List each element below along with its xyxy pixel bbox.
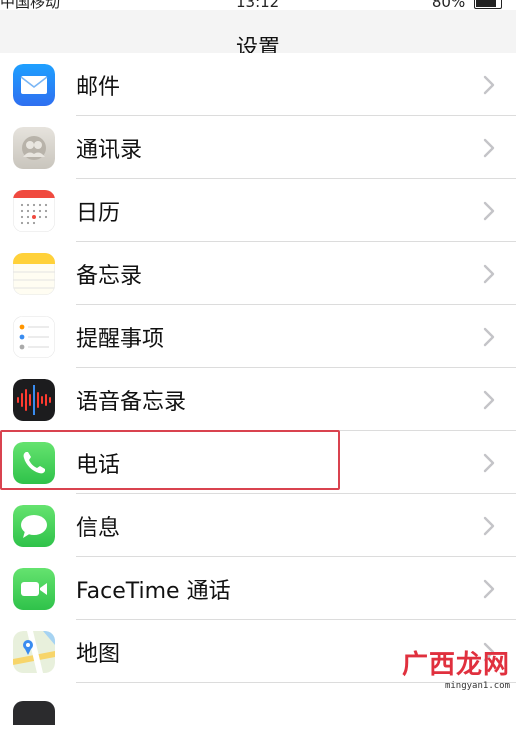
- watermark: 广西龙网 mingyan1.com: [402, 644, 510, 691]
- chevron-right-icon: [483, 579, 495, 598]
- notes-icon: [13, 252, 55, 295]
- chevron-right-icon: [483, 75, 495, 94]
- settings-row-label: 备忘录: [76, 263, 143, 289]
- settings-row-label: 语音备忘录: [76, 389, 187, 415]
- settings-row-label: 地图: [76, 641, 121, 667]
- chevron-right-icon: [483, 453, 495, 472]
- mail-icon: [13, 63, 55, 106]
- chevron-right-icon: [483, 201, 495, 220]
- settings-row-label: 邮件: [76, 74, 121, 100]
- chevron-right-icon: [483, 138, 495, 157]
- calendar-icon: [13, 189, 55, 232]
- battery-status: 80%: [432, 0, 502, 10]
- settings-row-voice-memos[interactable]: 语音备忘录: [0, 368, 516, 431]
- settings-row-label: 信息: [76, 515, 121, 541]
- settings-row-label: FaceTime 通话: [76, 578, 231, 604]
- status-time: 13:12: [236, 0, 280, 11]
- chevron-right-icon: [483, 327, 495, 346]
- messages-icon: [13, 504, 55, 547]
- settings-row-calendar[interactable]: 日历: [0, 179, 516, 242]
- facetime-icon: [13, 567, 55, 610]
- battery-icon: [474, 0, 502, 9]
- settings-row-mail[interactable]: 邮件: [0, 53, 516, 116]
- carrier-label: 中国移动: [0, 0, 61, 11]
- settings-row-label: 通讯录: [76, 137, 143, 163]
- chevron-right-icon: [483, 516, 495, 535]
- settings-row-facetime[interactable]: FaceTime 通话: [0, 557, 516, 620]
- watermark-url: mingyan1.com: [444, 681, 510, 691]
- settings-row-label: 电话: [76, 452, 121, 478]
- settings-row-notes[interactable]: 备忘录: [0, 242, 516, 305]
- reminders-icon: [13, 315, 55, 358]
- settings-row-partial[interactable]: [0, 683, 516, 746]
- settings-row-contacts[interactable]: 通讯录: [0, 116, 516, 179]
- chevron-right-icon: [483, 390, 495, 409]
- status-bar: 中国移动 13:12 80%: [0, 0, 516, 10]
- maps-icon: [13, 630, 55, 673]
- settings-row-messages[interactable]: 信息: [0, 494, 516, 557]
- settings-row-phone[interactable]: 电话: [0, 431, 516, 494]
- chevron-right-icon: [483, 264, 495, 283]
- voice-memos-icon: [13, 378, 55, 421]
- contacts-icon: [13, 126, 55, 169]
- app-icon: [13, 701, 55, 725]
- settings-row-reminders[interactable]: 提醒事项: [0, 305, 516, 368]
- settings-row-label: 日历: [76, 200, 121, 226]
- watermark-brand: 广西龙网: [401, 650, 510, 680]
- phone-icon: [13, 441, 55, 484]
- settings-row-label: 提醒事项: [76, 326, 165, 352]
